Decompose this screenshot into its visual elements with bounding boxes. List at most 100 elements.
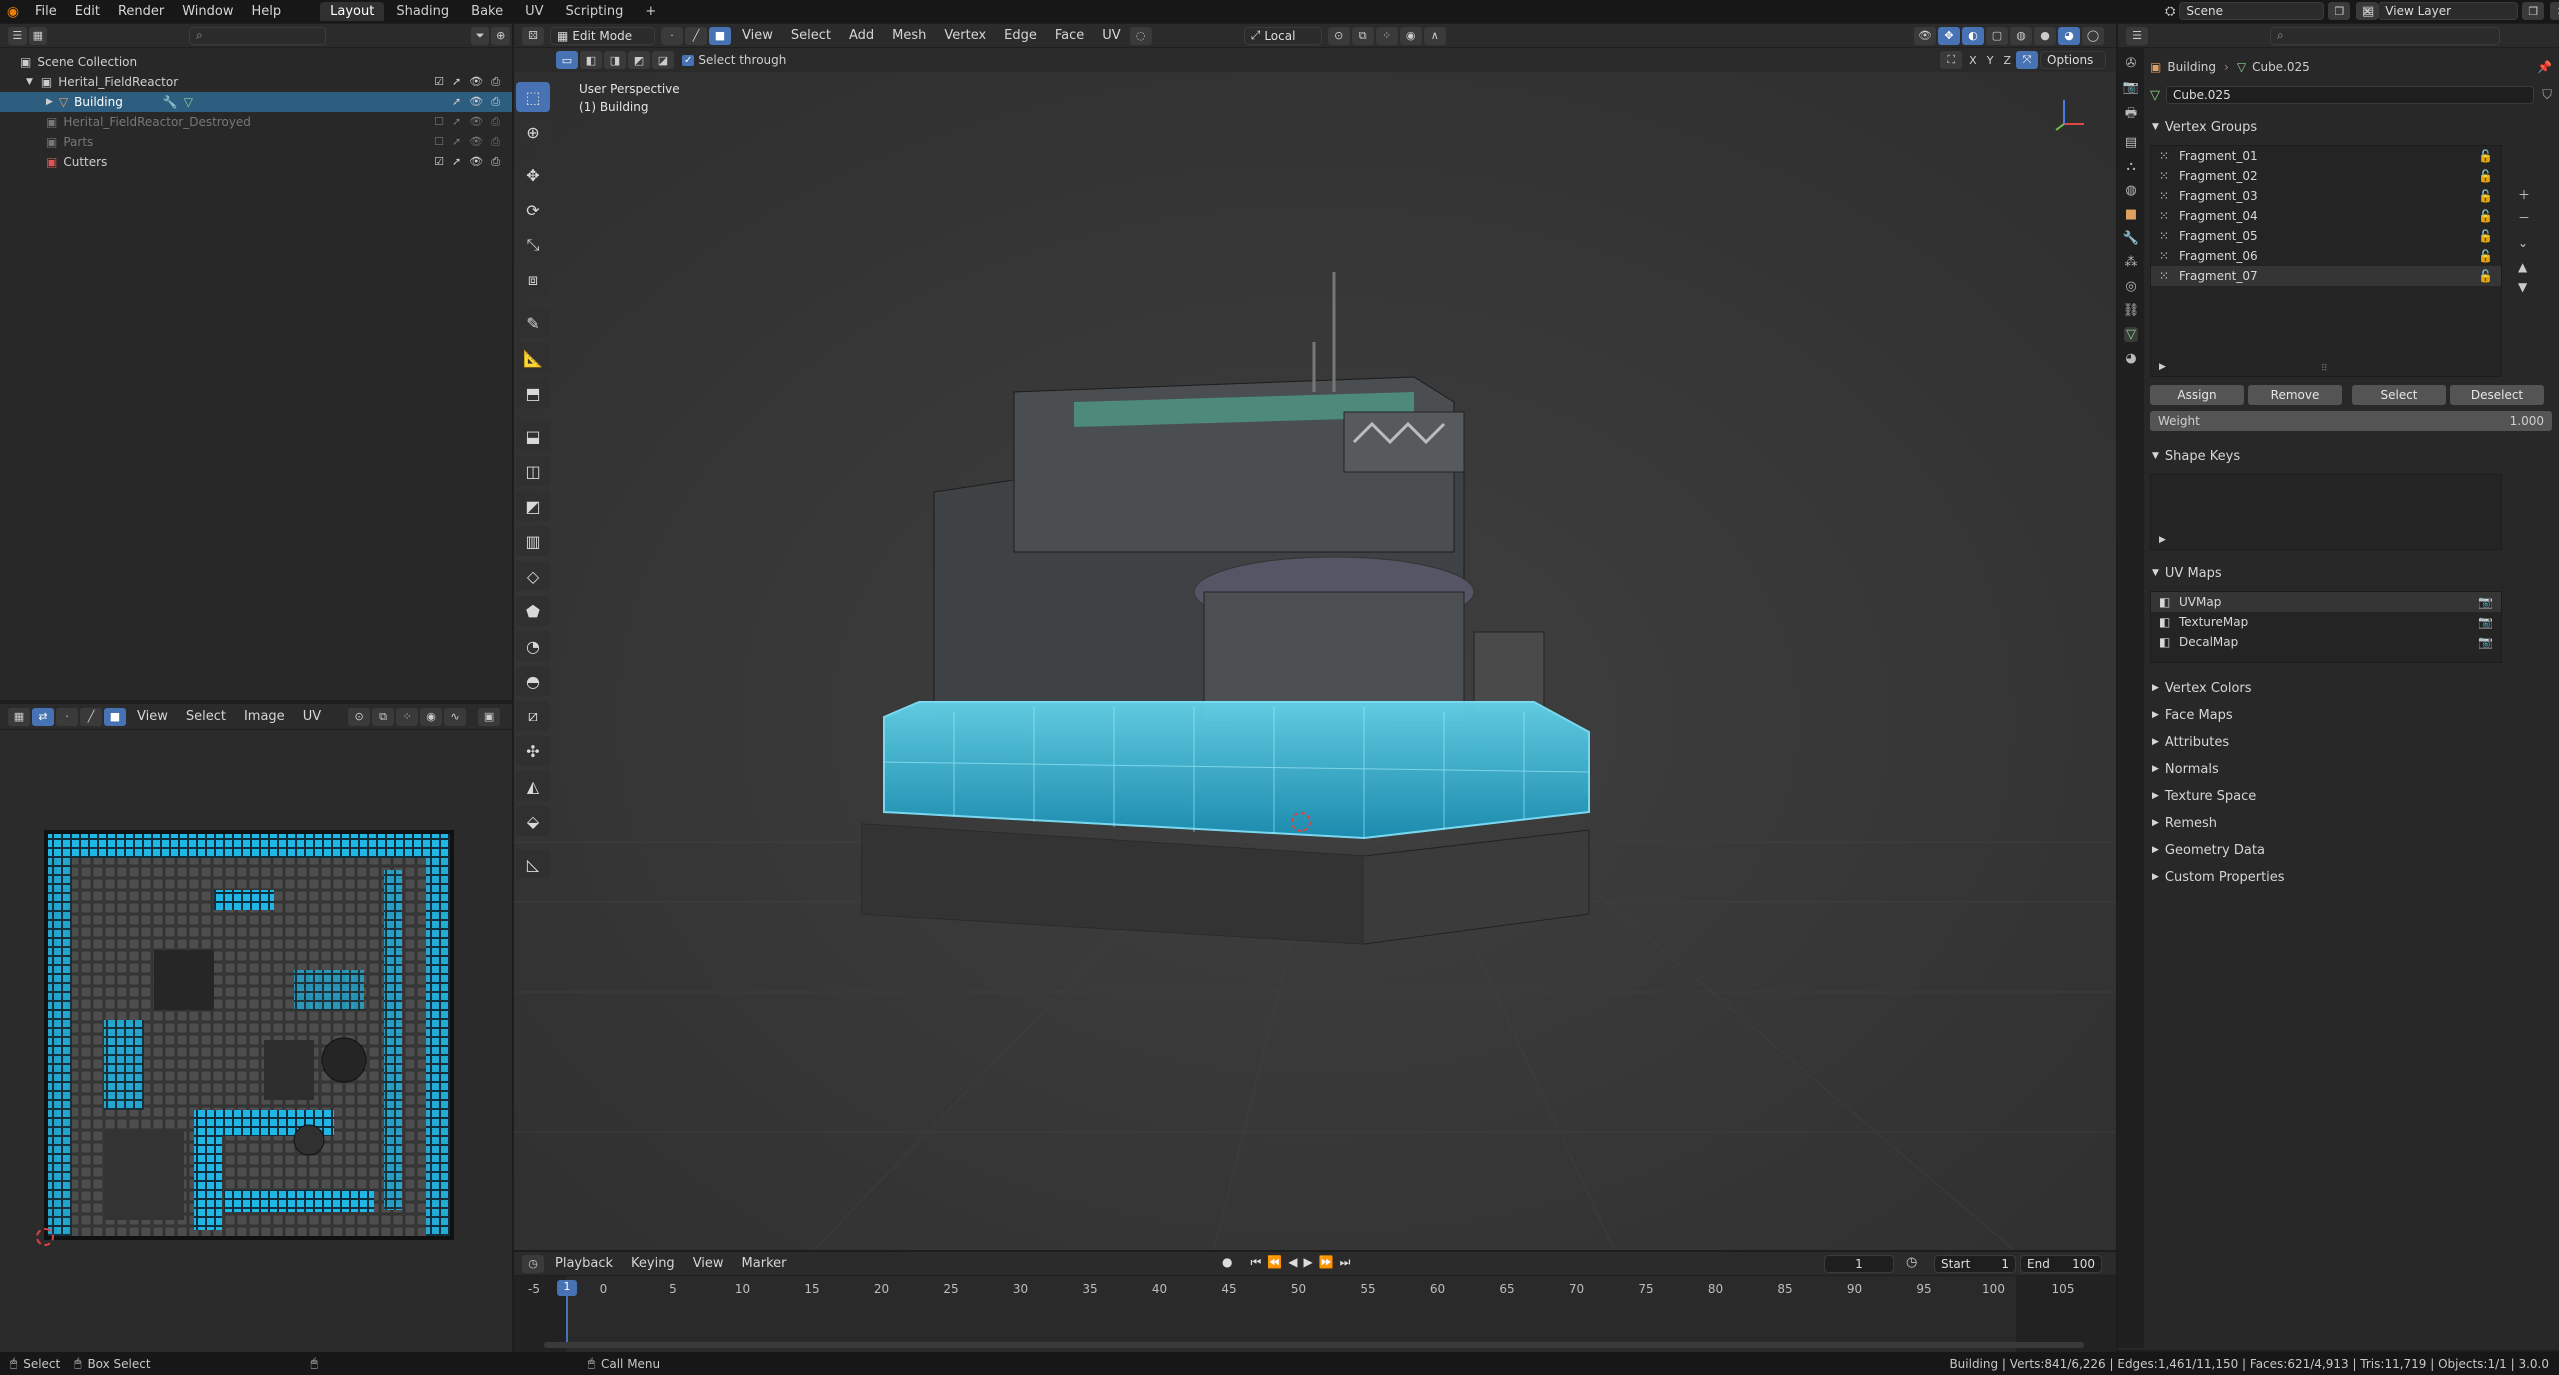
proportional-icon[interactable]: ◉ <box>420 707 443 726</box>
editor-type-icon[interactable]: ⚄ <box>522 26 544 45</box>
face-maps-section-header[interactable]: ▶ Face Maps <box>2150 702 2552 729</box>
uv-tool-icon[interactable]: ◺ <box>516 849 550 879</box>
custom-properties-section-header[interactable]: ▶ Custom Properties <box>2150 864 2552 891</box>
shape-keys-list[interactable]: ▶ <box>2150 474 2502 550</box>
eye-icon[interactable]: 👁 <box>469 135 483 149</box>
tab-bake[interactable]: Bake <box>461 2 513 21</box>
camera-icon[interactable]: ⎙ <box>491 135 500 149</box>
edge-slide-tool-icon[interactable]: ⧄ <box>516 701 550 731</box>
outliner-item-cutters[interactable]: ▣ Cutters ☑ ➚ 👁 ⎙ <box>0 152 512 172</box>
display-mode-icon[interactable]: ▦ <box>28 26 48 45</box>
uv-menu-select[interactable]: Select <box>177 709 235 724</box>
list-item[interactable]: ⁙ Fragment_01 🔓 <box>2151 146 2501 166</box>
falloff-icon[interactable]: ∧ <box>1423 26 1446 45</box>
blender-logo-icon[interactable]: ◉ <box>0 4 26 20</box>
falloff-icon[interactable]: ∿ <box>444 707 467 726</box>
lock-icon[interactable]: 🔓 <box>2478 269 2493 283</box>
select-extend-icon[interactable]: ◧ <box>580 51 602 69</box>
output-tab-icon[interactable]: 🖶 <box>2125 104 2137 126</box>
expand-arrow-icon[interactable]: ▼ <box>26 77 33 87</box>
lock-icon[interactable]: 🔓 <box>2478 189 2493 203</box>
timeline-menu-keying[interactable]: Keying <box>622 1256 684 1271</box>
remesh-section-header[interactable]: ▶ Remesh <box>2150 810 2552 837</box>
select-new-icon[interactable]: ▭ <box>556 51 578 69</box>
menu-edit[interactable]: Edit <box>66 4 109 19</box>
solid-shading-icon[interactable]: ● <box>2034 26 2056 45</box>
snap-target-icon[interactable]: ⁘ <box>396 707 419 726</box>
select-box-tool-icon[interactable]: ⬚ <box>516 82 550 112</box>
rendered-shading-icon[interactable]: ◯ <box>2082 26 2104 45</box>
axis-z-toggle[interactable]: Z <box>2003 54 2011 67</box>
checkbox-icon[interactable]: ☐ <box>434 135 444 149</box>
viewport-menu-select[interactable]: Select <box>782 28 840 43</box>
shape-keys-section-header[interactable]: ▼ Shape Keys <box>2150 443 2552 470</box>
eye-icon[interactable]: 👁 <box>469 115 483 129</box>
snap-icon[interactable]: ⧉ <box>372 707 395 726</box>
selectable-icon[interactable]: ➚ <box>452 115 461 129</box>
lock-icon[interactable]: 🔓 <box>2478 229 2493 243</box>
rip-tool-icon[interactable]: ⬙ <box>516 806 550 836</box>
spin-tool-icon[interactable]: ◔ <box>516 631 550 661</box>
smooth-tool-icon[interactable]: ◓ <box>516 666 550 696</box>
outliner-item-parts[interactable]: ▣ Parts ☐ ➚ 👁 ⎙ <box>0 132 512 152</box>
outliner-item-destroyed[interactable]: ▣ Herital_FieldReactor_Destroyed ☐ ➚ 👁 ⎙ <box>0 112 512 132</box>
mesh-name-field[interactable]: Cube.025 <box>2166 86 2535 104</box>
checkbox-icon[interactable]: ☐ <box>434 115 444 129</box>
move-down-icon[interactable]: ▼ <box>2518 280 2530 294</box>
uv-sync-icon[interactable]: ⇄ <box>32 707 54 726</box>
tab-uv[interactable]: UV <box>515 2 553 21</box>
timeline-frame-area[interactable]: -5 0 5 10 15 20 25 30 35 40 45 50 55 60 65 70 75 80 85 90 95… <box>514 1276 2116 1352</box>
menu-window[interactable]: Window <box>173 4 242 19</box>
xray-icon[interactable]: ▢ <box>1986 26 2008 45</box>
timeline-menu-playback[interactable]: Playback <box>546 1256 622 1271</box>
face-select-icon[interactable]: ■ <box>104 707 126 726</box>
cursor-tool-icon[interactable]: ⊕ <box>516 117 550 147</box>
lock-icon[interactable]: 🔓 <box>2478 249 2493 263</box>
render-camera-icon[interactable]: 📷 <box>2478 635 2493 649</box>
select-subtract-icon[interactable]: ◨ <box>604 51 626 69</box>
vertex-colors-section-header[interactable]: ▶ Vertex Colors <box>2150 675 2552 702</box>
end-frame-field[interactable]: End 100 <box>2020 1255 2102 1273</box>
jump-end-icon[interactable]: ⏭ <box>1340 1255 1351 1270</box>
camera-icon[interactable]: ⎙ <box>491 115 500 129</box>
row-visibility-controls[interactable]: ☐ ➚ 👁 ⎙ <box>434 115 500 129</box>
material-tab-icon[interactable]: ◕ <box>2125 351 2136 366</box>
eye-icon[interactable]: 👁 <box>469 95 483 109</box>
add-workspace-button[interactable]: + <box>635 2 666 21</box>
attributes-section-header[interactable]: ▶ Attributes <box>2150 729 2552 756</box>
tab-scripting[interactable]: Scripting <box>556 2 634 21</box>
visibility-icon[interactable]: 👁 <box>1914 26 1936 45</box>
row-visibility-controls[interactable]: ☐ ➚ 👁 ⎙ <box>434 135 500 149</box>
knife-tool-icon[interactable]: ◇ <box>516 561 550 591</box>
list-expand-icon[interactable]: ▶ <box>2159 535 2166 545</box>
rotate-tool-icon[interactable]: ⟳ <box>516 195 550 225</box>
view-layer-delete-icon[interactable]: ✕ <box>2550 2 2559 20</box>
remove-button[interactable]: Remove <box>2248 385 2342 405</box>
camera-icon[interactable]: ⎙ <box>491 95 500 109</box>
vertex-groups-section-header[interactable]: ▼ Vertex Groups <box>2150 114 2552 141</box>
axis-x-toggle[interactable]: X <box>1969 54 1977 67</box>
fake-user-shield-icon[interactable]: ⛉ <box>2542 88 2552 103</box>
lock-icon[interactable]: 🔓 <box>2478 169 2493 183</box>
lock-icon[interactable]: 🔓 <box>2478 149 2493 163</box>
play-reverse-icon[interactable]: ◀ <box>1288 1255 1297 1270</box>
next-keyframe-icon[interactable]: ⏩ <box>1319 1255 1334 1270</box>
timeline-scrollbar[interactable] <box>544 1342 2084 1348</box>
list-expand-icon[interactable]: ▶ <box>2159 362 2166 372</box>
uv-menu-view[interactable]: View <box>128 709 177 724</box>
select-intersect-icon[interactable]: ◪ <box>652 51 674 69</box>
current-frame-field[interactable]: 1 <box>1824 1255 1894 1273</box>
scene-tab-icon[interactable]: ⛬ <box>2126 159 2135 174</box>
list-item[interactable]: ⁙ Fragment_03 🔓 <box>2151 186 2501 206</box>
checkbox-icon[interactable]: ☑ <box>434 155 444 169</box>
poly-build-tool-icon[interactable]: ⬟ <box>516 596 550 626</box>
outliner-search-input[interactable]: ⌕ <box>189 26 326 45</box>
3d-viewport[interactable]: ⚄ ▦ Edit Mode · ╱ ■ View Select Add Mesh … <box>514 24 2116 1250</box>
checkbox-icon[interactable]: ☑ <box>434 75 444 89</box>
pin-icon[interactable]: 📌 <box>2537 60 2552 74</box>
axis-y-toggle[interactable]: Y <box>1987 54 1994 67</box>
move-up-icon[interactable]: ▲ <box>2518 260 2530 274</box>
eye-icon[interactable]: 👁 <box>469 75 483 89</box>
viewport-menu-edge[interactable]: Edge <box>995 28 1046 43</box>
data-tab-icon[interactable]: ▽ <box>2124 327 2138 342</box>
